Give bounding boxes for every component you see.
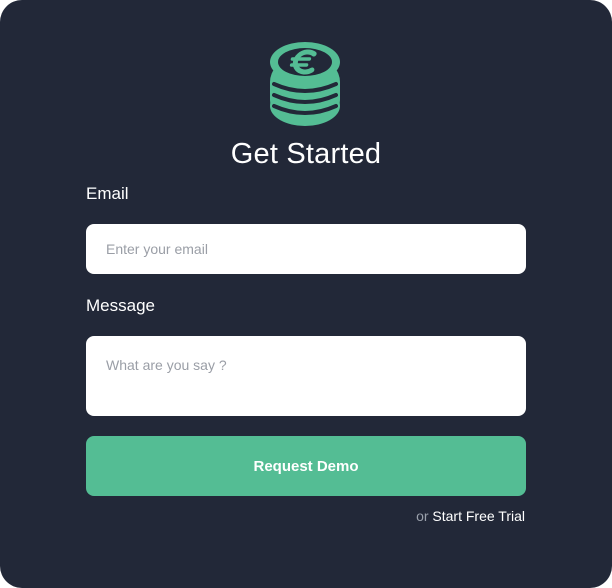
email-input[interactable] (86, 224, 526, 274)
or-text: or (416, 508, 429, 524)
request-demo-button[interactable]: Request Demo (86, 436, 526, 496)
message-textarea[interactable] (86, 336, 526, 416)
page-title: Get Started (230, 138, 382, 170)
get-started-card: Get Started Email Message Request Demo o… (0, 0, 612, 588)
start-free-trial-link[interactable]: Start Free Trial (432, 508, 525, 524)
euro-coin-stack-icon (270, 42, 340, 126)
message-label: Message (86, 296, 155, 315)
trial-row: or Start Free Trial (416, 507, 525, 525)
email-label: Email (86, 184, 129, 203)
